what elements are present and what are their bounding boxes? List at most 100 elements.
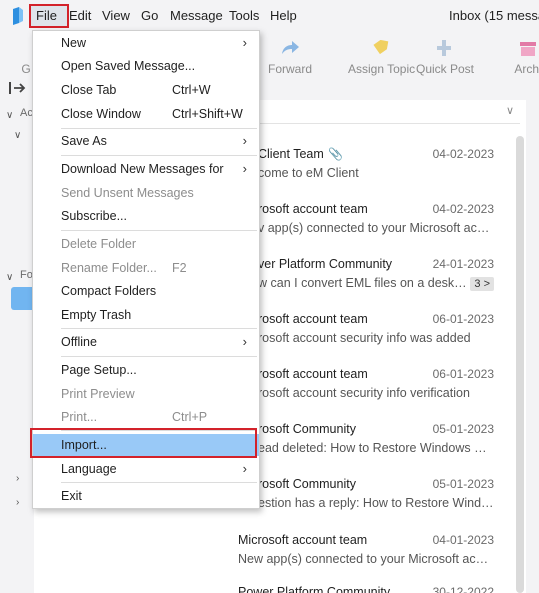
- message-date: 04-02-2023: [432, 147, 494, 161]
- message-row[interactable]: rosoft account team 06-01-2023 rosoft ac…: [238, 312, 494, 358]
- message-row[interactable]: rosoft account team 06-01-2023 rosoft ac…: [238, 367, 494, 413]
- menu-item-open-saved-message[interactable]: Open Saved Message...: [33, 55, 259, 77]
- menu-tools[interactable]: Tools: [229, 8, 259, 23]
- message-date: 24-01-2023: [432, 257, 494, 271]
- menu-help[interactable]: Help: [270, 8, 297, 23]
- menu-item-label: Page Setup...: [61, 363, 137, 377]
- message-sender: Power Platform Community: [238, 585, 391, 593]
- message-date: 04-01-2023: [432, 533, 494, 547]
- message-row[interactable]: rosoft Community 05-01-2023 ead deleted:…: [238, 422, 494, 468]
- thread-count-badge[interactable]: 3 >: [470, 277, 494, 291]
- message-subject: estion has a reply: How to Restore Windo…: [258, 496, 494, 510]
- menu-item-delete-folder[interactable]: Delete Folder: [33, 233, 259, 255]
- menu-item-label: Rename Folder...: [61, 261, 157, 275]
- selected-folder-indicator[interactable]: [11, 287, 34, 310]
- assign-topic-label: Assign Topic: [348, 62, 416, 76]
- menu-item-new[interactable]: New ›: [33, 32, 259, 54]
- message-date: 30-12-2022: [432, 585, 494, 593]
- assign-topic-button[interactable]: Assign Topic: [348, 32, 416, 94]
- menu-item-shortcut: Ctrl+P: [172, 410, 208, 424]
- message-sender: Microsoft account team: [238, 533, 368, 547]
- menu-item-label: Download New Messages for: [61, 162, 224, 176]
- message-subject: come to eM Client: [258, 166, 359, 180]
- menu-item-offline[interactable]: Offline ›: [33, 331, 259, 353]
- paperclip-icon: 📎: [328, 147, 343, 161]
- menu-item-compact-folders[interactable]: Compact Folders: [33, 280, 259, 302]
- menu-item-label: New: [61, 36, 87, 50]
- accounts-collapse-icon[interactable]: ∨: [6, 110, 13, 121]
- account-expand-icon[interactable]: ∨: [14, 130, 21, 141]
- menu-item-label: Close Tab: [61, 83, 117, 97]
- message-subject: v app(s) connected to your Microsoft acc…: [258, 221, 494, 235]
- submenu-arrow-icon: ›: [242, 133, 247, 148]
- menu-item-shortcut: Ctrl+W: [172, 83, 211, 97]
- menu-go[interactable]: Go: [141, 8, 158, 23]
- message-row[interactable]: rosoft account team 04-02-2023 v app(s) …: [238, 202, 494, 248]
- message-row[interactable]: Microsoft account team 04-01-2023 New ap…: [238, 533, 494, 579]
- menu-item-subscribe[interactable]: Subscribe...: [33, 205, 259, 227]
- message-subject: ead deleted: How to Restore Windows XP B…: [258, 441, 494, 455]
- menu-view[interactable]: View: [102, 8, 130, 23]
- menu-item-save-as[interactable]: Save As ›: [33, 130, 259, 152]
- menu-item-label: Subscribe...: [61, 209, 128, 223]
- message-sender: rosoft account team: [258, 202, 368, 216]
- folder-expand-icon[interactable]: ›: [16, 473, 19, 484]
- menu-item-label: Save As: [61, 134, 107, 148]
- message-subject: rosoft account security info verificatio…: [258, 386, 470, 400]
- message-row[interactable]: Power Platform Community 30-12-2022: [238, 585, 494, 593]
- message-date: 06-01-2023: [432, 312, 494, 326]
- message-sender: rosoft Community: [258, 477, 356, 491]
- quick-post-icon: [437, 40, 451, 56]
- list-options-chevron-icon[interactable]: ∨: [506, 104, 514, 117]
- forward-button[interactable]: Forward: [262, 32, 318, 94]
- menu-item-label: Exit: [61, 489, 82, 503]
- folder-expand-icon[interactable]: ›: [16, 497, 19, 508]
- archive-button[interactable]: Archi: [508, 32, 539, 94]
- menu-item-label: Print Preview: [61, 387, 135, 401]
- quick-post-label: Quick Post: [416, 62, 475, 76]
- window-title: Inbox (15 messag: [449, 8, 539, 23]
- menu-item-label: Empty Trash: [61, 308, 132, 322]
- message-date: 04-02-2023: [432, 202, 494, 216]
- message-sender: ver Platform Community: [258, 257, 393, 271]
- menu-item-exit[interactable]: Exit: [33, 485, 259, 507]
- message-row[interactable]: ver Platform Community 24-01-2023 w can …: [238, 257, 494, 303]
- quick-post-button[interactable]: Quick Post: [416, 32, 475, 94]
- menu-item-print-preview[interactable]: Print Preview: [33, 383, 259, 405]
- menu-separator: [61, 482, 257, 483]
- menu-item-label: Language: [61, 462, 117, 476]
- message-sender: rosoft Community: [258, 422, 356, 436]
- menu-separator: [61, 230, 257, 231]
- message-row[interactable]: rosoft Community 05-01-2023 estion has a…: [238, 477, 494, 523]
- menu-item-page-setup[interactable]: Page Setup...: [33, 359, 259, 381]
- menu-file[interactable]: File: [36, 8, 57, 23]
- tag-icon: [373, 40, 389, 55]
- menu-item-close-tab[interactable]: Close Tab Ctrl+W: [33, 79, 259, 101]
- menu-edit[interactable]: Edit: [69, 8, 91, 23]
- message-sender: Client Team: [258, 147, 324, 161]
- menu-item-label: Delete Folder: [61, 237, 137, 251]
- menu-item-label: Offline: [61, 335, 97, 349]
- menu-message[interactable]: Message: [170, 8, 223, 23]
- menu-item-label: Send Unsent Messages: [61, 186, 194, 200]
- message-list-scrollbar[interactable]: [516, 136, 524, 593]
- message-row[interactable]: Client Team 📎 04-02-2023 come to eM Clie…: [238, 147, 494, 193]
- menu-item-language[interactable]: Language ›: [33, 458, 259, 480]
- import-highlight-outline: [30, 428, 257, 458]
- submenu-arrow-icon: ›: [242, 161, 247, 176]
- message-subject: rosoft account security info was added: [258, 331, 471, 345]
- menu-item-rename-folder[interactable]: Rename Folder... F2: [33, 257, 259, 279]
- menu-item-send-unsent-messages[interactable]: Send Unsent Messages: [33, 182, 259, 204]
- menu-item-close-window[interactable]: Close Window Ctrl+Shift+W: [33, 103, 259, 125]
- menu-item-print[interactable]: Print... Ctrl+P: [33, 406, 259, 428]
- sync-icon[interactable]: [8, 80, 28, 96]
- menu-item-download-new-messages[interactable]: Download New Messages for ›: [33, 158, 259, 180]
- app-logo-icon: [13, 7, 23, 25]
- menu-separator: [61, 155, 257, 156]
- message-sender: rosoft account team: [258, 367, 368, 381]
- menu-separator: [61, 328, 257, 329]
- folders-section-label: Fo: [20, 269, 33, 281]
- menu-item-empty-trash[interactable]: Empty Trash: [33, 304, 259, 326]
- menu-item-label: Open Saved Message...: [61, 59, 196, 73]
- folders-collapse-icon[interactable]: ∨: [6, 272, 13, 283]
